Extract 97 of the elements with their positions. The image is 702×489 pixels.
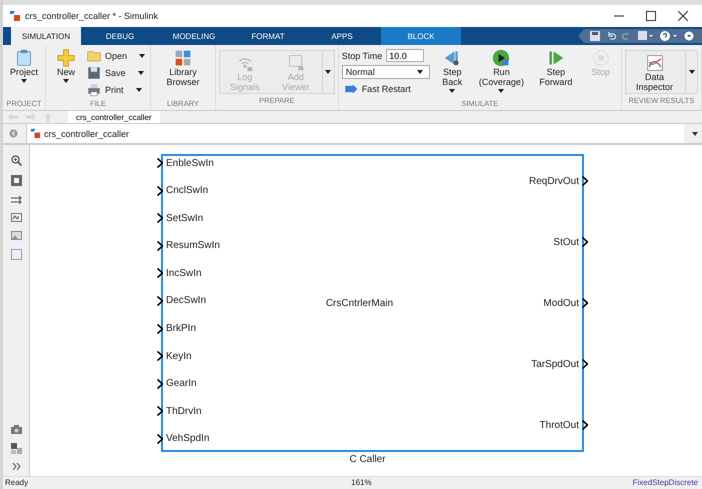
- fit-view-icon[interactable]: [10, 175, 22, 186]
- ribbon-tab[interactable]: MODELING: [159, 27, 229, 45]
- monitor-icon: [286, 54, 305, 72]
- camera-icon[interactable]: [10, 425, 22, 434]
- port-label: TarSpdOut: [531, 358, 579, 370]
- solver-link[interactable]: FixedStepDiscrete: [632, 478, 698, 487]
- property-inspector-icon[interactable]: [10, 443, 22, 454]
- simulation-mode-dropdown[interactable]: Normal: [342, 65, 430, 79]
- stop-time-field[interactable]: 10.0: [386, 49, 424, 62]
- port-label: CnclSwIn: [166, 185, 208, 196]
- port-label: KeyIn: [166, 350, 192, 362]
- field-label: Stop Time: [342, 50, 382, 60]
- port-label: DecSwIn: [166, 295, 206, 306]
- arrows-icon[interactable]: [10, 195, 22, 204]
- undo-icon[interactable]: [606, 31, 616, 41]
- port-label: EnbleSwIn: [166, 158, 214, 168]
- port-label: ThDrvIn: [166, 406, 202, 417]
- status-text: Ready: [5, 478, 28, 487]
- run-icon: [492, 49, 510, 67]
- caret-icon: [416, 70, 423, 74]
- help-icon[interactable]: [660, 31, 678, 41]
- input-port-icon: [157, 296, 163, 306]
- input-port-icon: [157, 186, 163, 196]
- close-icon[interactable]: [678, 11, 688, 21]
- ribbon-tab[interactable]: DEBUG: [85, 27, 155, 45]
- model-canvas[interactable]: EnbleSwIn CnclSwIn SetSwIn ResumSwIn IncSwIn DecSwIn BrkPIn KeyIn GearIn ThDrvIn VehSpdIn CrsCntrlerMain ReqDrvOut StOut ModOut TarSpdOut ThrotOut C Caller: [30, 145, 702, 476]
- output-port-icon: [582, 237, 588, 247]
- ribbon-button[interactable]: Print: [85, 83, 148, 97]
- port-label: BrkPIn: [166, 323, 196, 334]
- step-forward-icon: [546, 49, 565, 67]
- ribbon-tab[interactable]: BLOCK: [381, 27, 461, 45]
- port-label: StOut: [553, 236, 579, 248]
- output-port-icon: [582, 298, 588, 308]
- plus-icon: [57, 49, 76, 67]
- port-label: ThrotOut: [540, 420, 579, 430]
- block-caption: C Caller: [348, 454, 387, 465]
- save-icon[interactable]: [590, 31, 600, 41]
- caret-icon[interactable]: [692, 132, 698, 136]
- output-port-icon: [582, 176, 588, 186]
- block-function-name: CrsCntrlerMain: [326, 298, 394, 308]
- ribbon-tab[interactable]: SIMULATION: [11, 27, 81, 45]
- input-port-icon: [157, 378, 163, 389]
- port-label: ResumSwIn: [166, 240, 220, 252]
- fast-restart-icon: [344, 82, 358, 96]
- port-label: VehSpdIn: [166, 433, 210, 444]
- ribbon-button[interactable]: Open: [85, 49, 148, 63]
- model-path: crs_controller_ccaller: [44, 128, 130, 138]
- maximize-icon[interactable]: [646, 11, 656, 21]
- ribbon-button[interactable]: Step Forward: [530, 48, 582, 89]
- input-port-icon: [157, 268, 163, 278]
- ribbon-button[interactable]: Step Back: [432, 48, 473, 94]
- step-back-icon: [443, 49, 462, 67]
- ribbon-button[interactable]: Library Browser: [154, 48, 212, 89]
- output-port-icon: [582, 359, 588, 369]
- model-icon: [9, 10, 21, 22]
- image-icon[interactable]: [10, 231, 22, 240]
- port-label: SetSwIn: [166, 212, 204, 224]
- ribbon-tab[interactable]: APPS: [307, 27, 377, 45]
- settings-icon[interactable]: [684, 31, 694, 41]
- save-icon: [87, 66, 102, 80]
- port-label: GearIn: [166, 378, 197, 390]
- input-port-icon: [157, 213, 163, 224]
- port-label: ModOut: [543, 298, 579, 308]
- model-tab[interactable]: crs_controller_ccaller: [68, 111, 160, 123]
- window-title: crs_controller_ccaller * - Simulink: [25, 11, 158, 21]
- output-port-icon: [582, 420, 588, 430]
- port-label: ReqDrvOut: [528, 176, 579, 186]
- ribbon-button[interactable]: New: [49, 48, 84, 84]
- input-port-icon: [157, 434, 163, 444]
- ribbon-button[interactable]: Project: [6, 48, 42, 84]
- double-chevron-icon[interactable]: [12, 463, 20, 470]
- ribbon-button[interactable]: Fast Restart: [342, 82, 430, 96]
- zoom-icon[interactable]: [10, 155, 22, 166]
- ribbon-tab[interactable]: FORMAT: [233, 27, 303, 45]
- window-icon[interactable]: [638, 31, 654, 41]
- annotation-icon[interactable]: [10, 213, 22, 222]
- input-port-icon: [157, 324, 163, 334]
- clipboard-icon: [15, 49, 33, 67]
- port-label: IncSwIn: [166, 268, 202, 279]
- caret-icon: [325, 70, 332, 74]
- gallery-dropdown[interactable]: [322, 51, 334, 93]
- input-port-icon: [157, 406, 163, 416]
- input-port-icon: [157, 240, 163, 251]
- chart-icon: [646, 54, 664, 72]
- zoom-level: 161%: [351, 478, 372, 487]
- input-port-icon: [157, 158, 163, 168]
- gallery-dropdown[interactable]: [685, 51, 697, 93]
- printer-icon: [87, 83, 102, 97]
- folder-icon: [87, 49, 102, 63]
- ribbon-button[interactable]: Run (Coverage): [474, 48, 528, 94]
- model-icon: [30, 128, 41, 139]
- library-icon: [174, 49, 192, 67]
- hide-panel-icon[interactable]: [9, 129, 18, 138]
- ribbon-button[interactable]: Data Inspector: [626, 51, 684, 94]
- ribbon-button[interactable]: Save: [85, 66, 148, 80]
- caret-icon: [688, 70, 695, 74]
- input-port-icon: [157, 351, 163, 362]
